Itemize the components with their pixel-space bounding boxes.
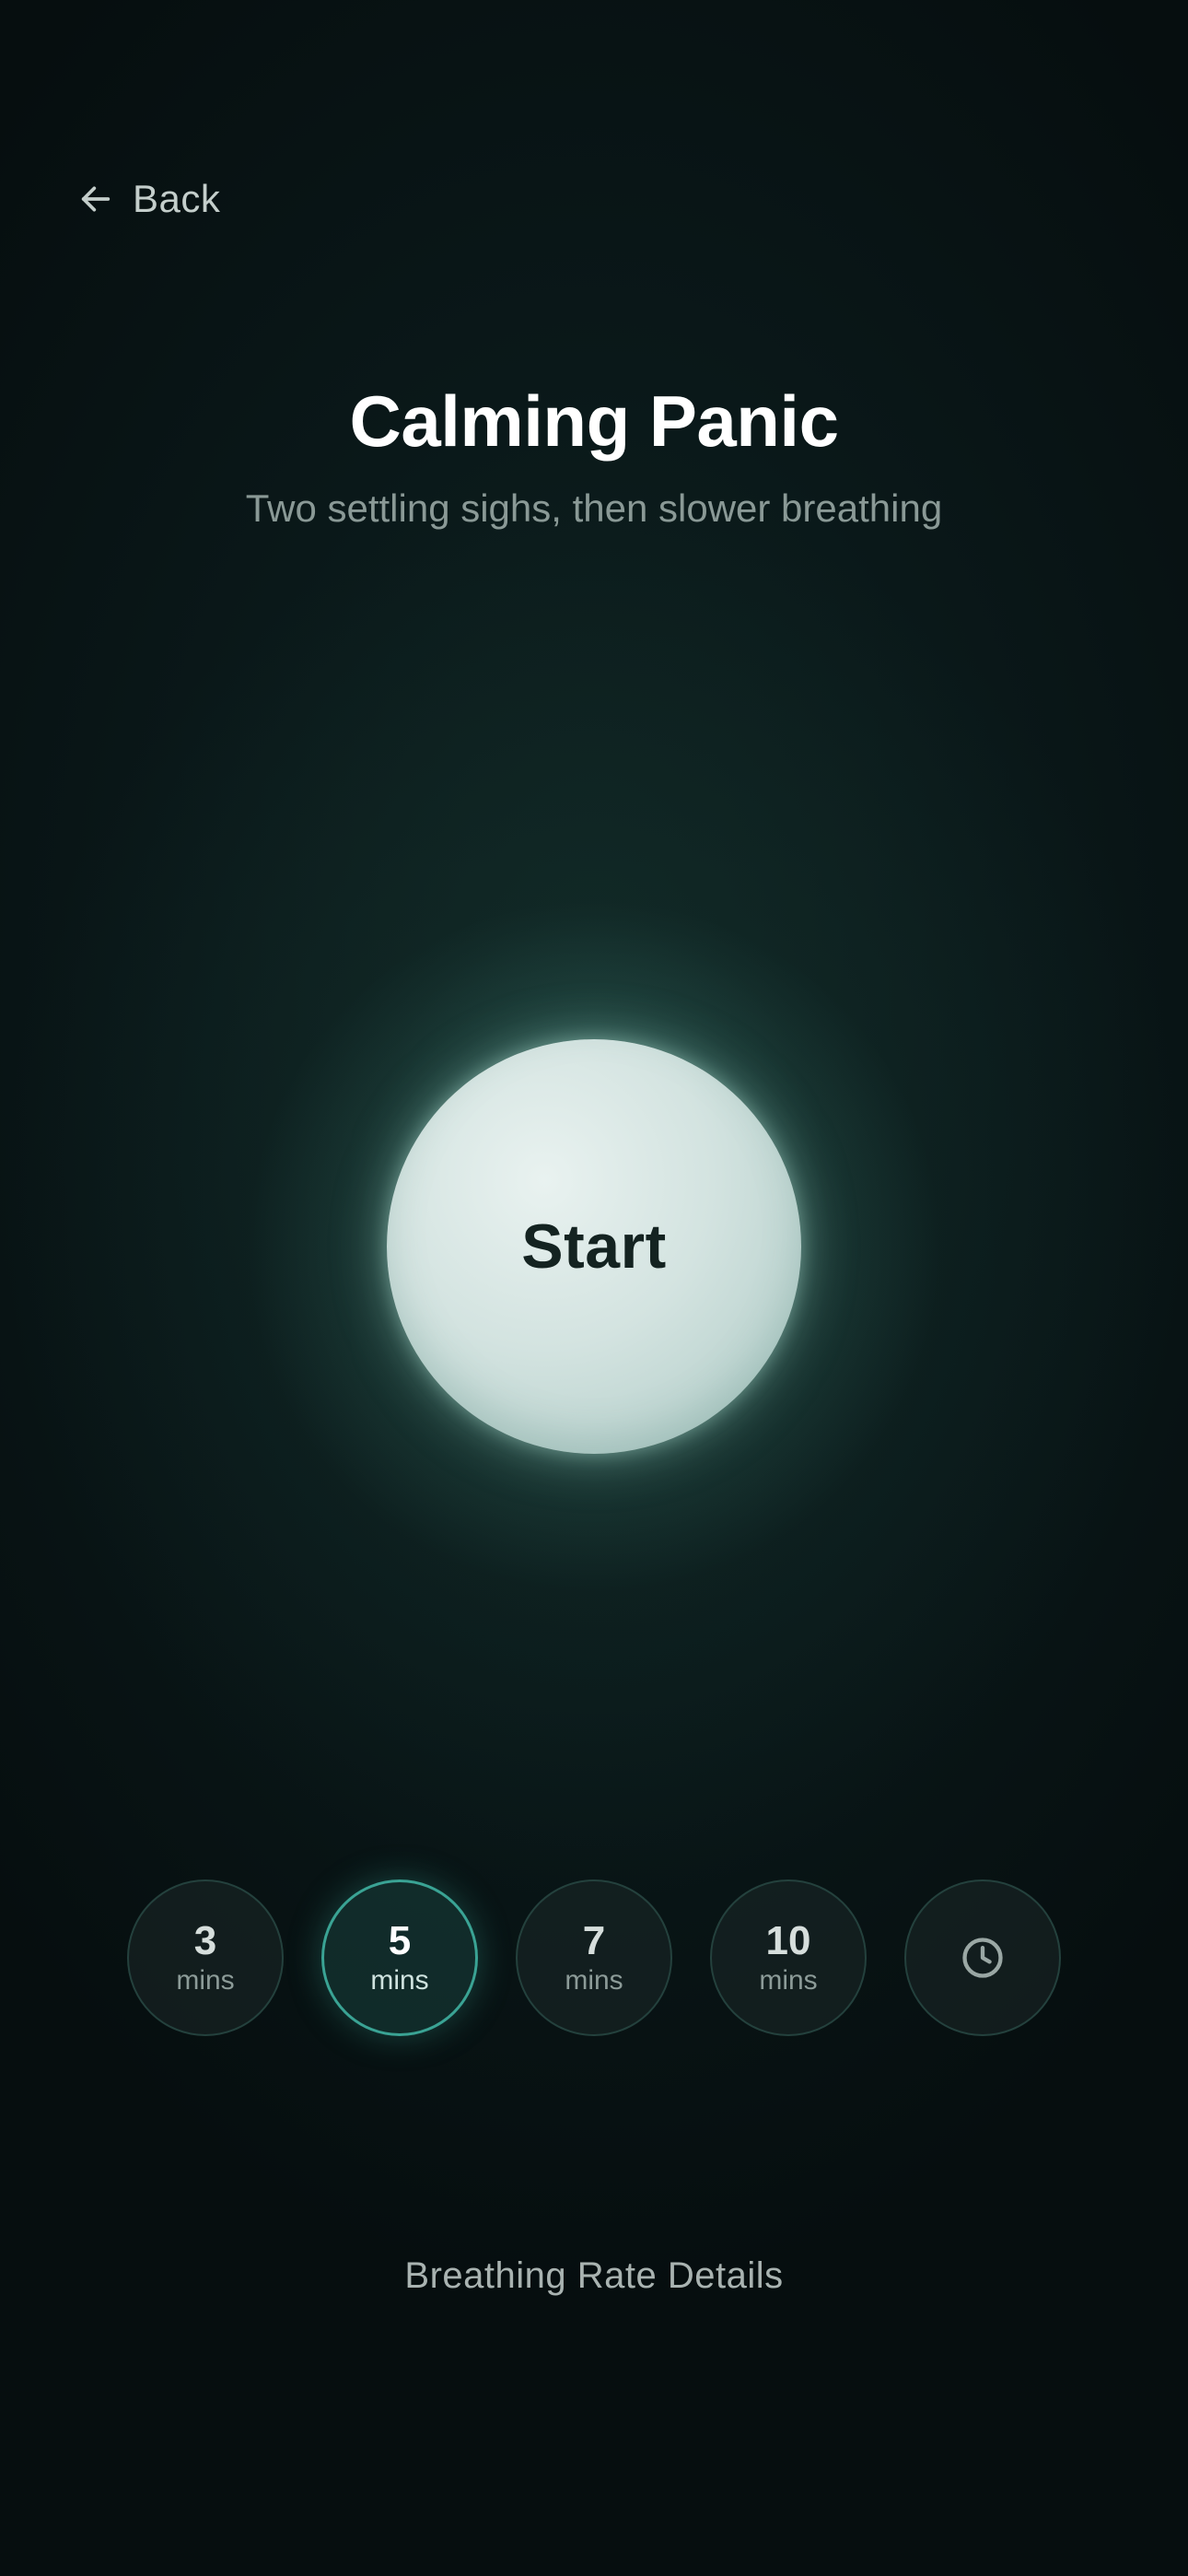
duration-option-10[interactable]: 10 mins [710, 1879, 867, 2036]
duration-option-5[interactable]: 5 mins [321, 1879, 478, 2036]
duration-value: 5 [388, 1918, 412, 1963]
duration-unit: mins [759, 1965, 818, 1996]
duration-option-3[interactable]: 3 mins [127, 1879, 284, 2036]
custom-duration-button[interactable] [904, 1879, 1061, 2036]
back-label: Back [133, 177, 221, 220]
arrow-left-icon [81, 186, 111, 212]
duration-unit: mins [370, 1965, 429, 1996]
duration-value: 10 [765, 1918, 811, 1963]
breathing-rate-details-link[interactable]: Breathing Rate Details [0, 2255, 1188, 2297]
duration-option-7[interactable]: 7 mins [516, 1879, 672, 2036]
duration-unit: mins [565, 1965, 623, 1996]
clock-icon [962, 1938, 1003, 1978]
page-title: Calming Panic [349, 381, 839, 462]
start-button[interactable]: Start [387, 1039, 801, 1454]
page-subtitle: Two settling sighs, then slower breathin… [245, 486, 943, 530]
back-button[interactable]: Back [77, 171, 220, 227]
duration-value: 3 [193, 1918, 217, 1963]
start-label: Start [521, 1212, 667, 1282]
duration-selector: 3 mins 5 mins 7 mins 10 mins [127, 1879, 1061, 2040]
duration-value: 7 [582, 1918, 606, 1963]
duration-unit: mins [176, 1965, 235, 1996]
